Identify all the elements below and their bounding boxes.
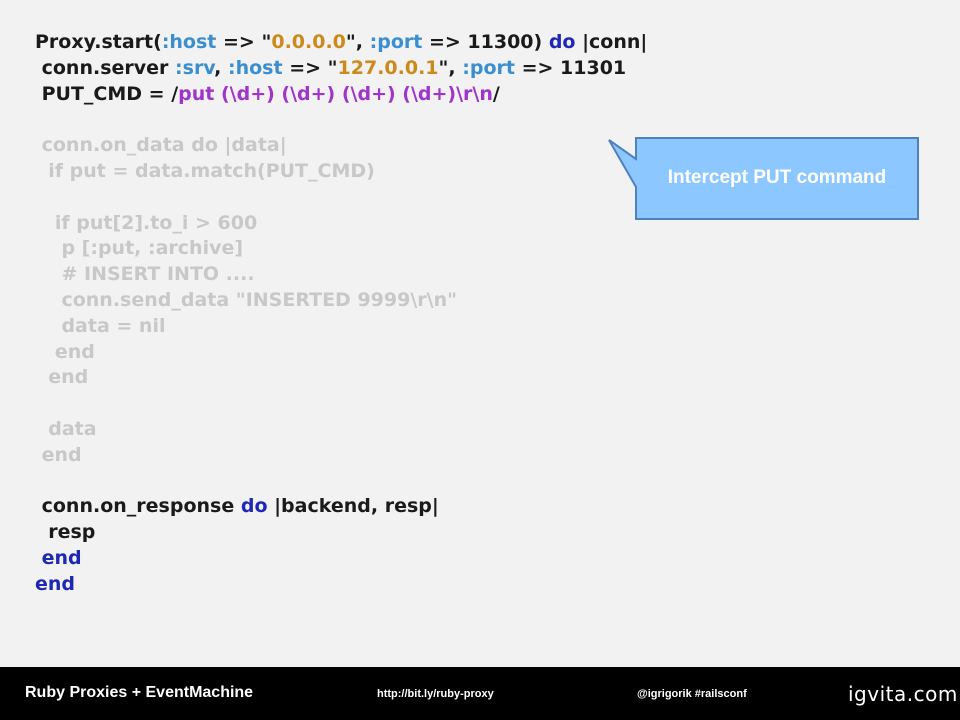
code-token: :port [462, 56, 515, 79]
code-token: end [35, 366, 89, 389]
code-token: put (\d+) (\d+) (\d+) (\d+)\r\n [178, 82, 493, 105]
code-token: / [492, 82, 500, 105]
slide: Proxy.start(:host => "0.0.0.0", :port =>… [0, 0, 960, 667]
code-token: :host [161, 31, 217, 53]
code-token: :srv [175, 56, 215, 79]
code-line-dimmed: end [35, 443, 647, 469]
code-token: end [35, 546, 82, 569]
code-token: if put = data.match(PUT_CMD) [35, 159, 375, 182]
code-token: |conn| [575, 31, 648, 53]
code-line-dimmed: data [35, 417, 647, 443]
code-token: do [240, 495, 268, 518]
code-token: resp [35, 521, 96, 544]
code-token: 127.0.0.1 [337, 56, 439, 79]
code-line-dimmed: # INSERT INTO .... [35, 262, 647, 288]
site-logo: igvita.com [848, 682, 958, 706]
code-token: , [214, 56, 228, 79]
code-line: resp [35, 520, 647, 546]
code-token: conn.on_response [35, 495, 241, 518]
code-token: ", [345, 31, 370, 53]
code-token: data = nil [35, 314, 166, 337]
code-line-dimmed: end [35, 365, 647, 391]
code-token: :port [369, 31, 423, 53]
code-line: PUT_CMD = /put (\d+) (\d+) (\d+) (\d+)\r… [35, 82, 647, 108]
footer-handle: @igrigorik #railsconf [637, 688, 747, 700]
code-line-dimmed: if put[2].to_i > 600 [35, 211, 647, 237]
code-token: :host [228, 56, 283, 79]
code-token: => " [282, 56, 338, 79]
code-line: conn.server :srv, :host => "127.0.0.1", … [35, 56, 647, 82]
code-block: Proxy.start(:host => "0.0.0.0", :port =>… [35, 30, 647, 598]
code-token: data [35, 417, 97, 440]
code-token: => 11300) [422, 31, 549, 53]
callout-text: Intercept PUT command [667, 167, 887, 188]
code-line-dimmed: conn.on_data do |data| [35, 133, 647, 159]
code-line-dimmed: data = nil [35, 314, 647, 340]
code-token: => 11301 [514, 56, 627, 79]
code-token: ", [438, 56, 463, 79]
code-line: Proxy.start(:host => "0.0.0.0", :port =>… [35, 30, 647, 56]
code-token: conn.on_data do |data| [35, 134, 287, 157]
code-token: end [35, 572, 76, 595]
code-token: p [:put, :archive] [35, 237, 244, 260]
code-token: if put[2].to_i > 600 [35, 211, 258, 234]
code-token: Proxy.start( [35, 31, 162, 53]
code-token: end [35, 340, 95, 363]
code-token: 0.0.0.0 [271, 31, 346, 53]
footer-link[interactable]: http://bit.ly/ruby-proxy [377, 688, 494, 700]
callout-bubble: Intercept PUT command [608, 137, 920, 221]
code-token: PUT_CMD = / [35, 82, 179, 105]
code-line: end [35, 546, 647, 572]
code-line-dimmed: end [35, 340, 647, 366]
code-token: end [35, 443, 82, 466]
code-token: conn.server [35, 56, 176, 79]
code-line-dimmed: p [:put, :archive] [35, 236, 647, 262]
code-line-dimmed: if put = data.match(PUT_CMD) [35, 159, 647, 185]
code-line: end [35, 572, 647, 598]
code-token: |backend, resp| [267, 495, 439, 518]
code-token: => " [216, 31, 272, 53]
code-token: # INSERT INTO .... [35, 263, 255, 286]
code-token: do [548, 31, 576, 53]
code-line: conn.on_response do |backend, resp| [35, 494, 647, 520]
footer-bar: Ruby Proxies + EventMachine http://bit.l… [0, 667, 960, 720]
footer-title: Ruby Proxies + EventMachine [25, 684, 254, 701]
code-line-dimmed: conn.send_data "INSERTED 9999\r\n" [35, 288, 647, 314]
code-token: conn.send_data "INSERTED 9999\r\n" [35, 288, 457, 311]
